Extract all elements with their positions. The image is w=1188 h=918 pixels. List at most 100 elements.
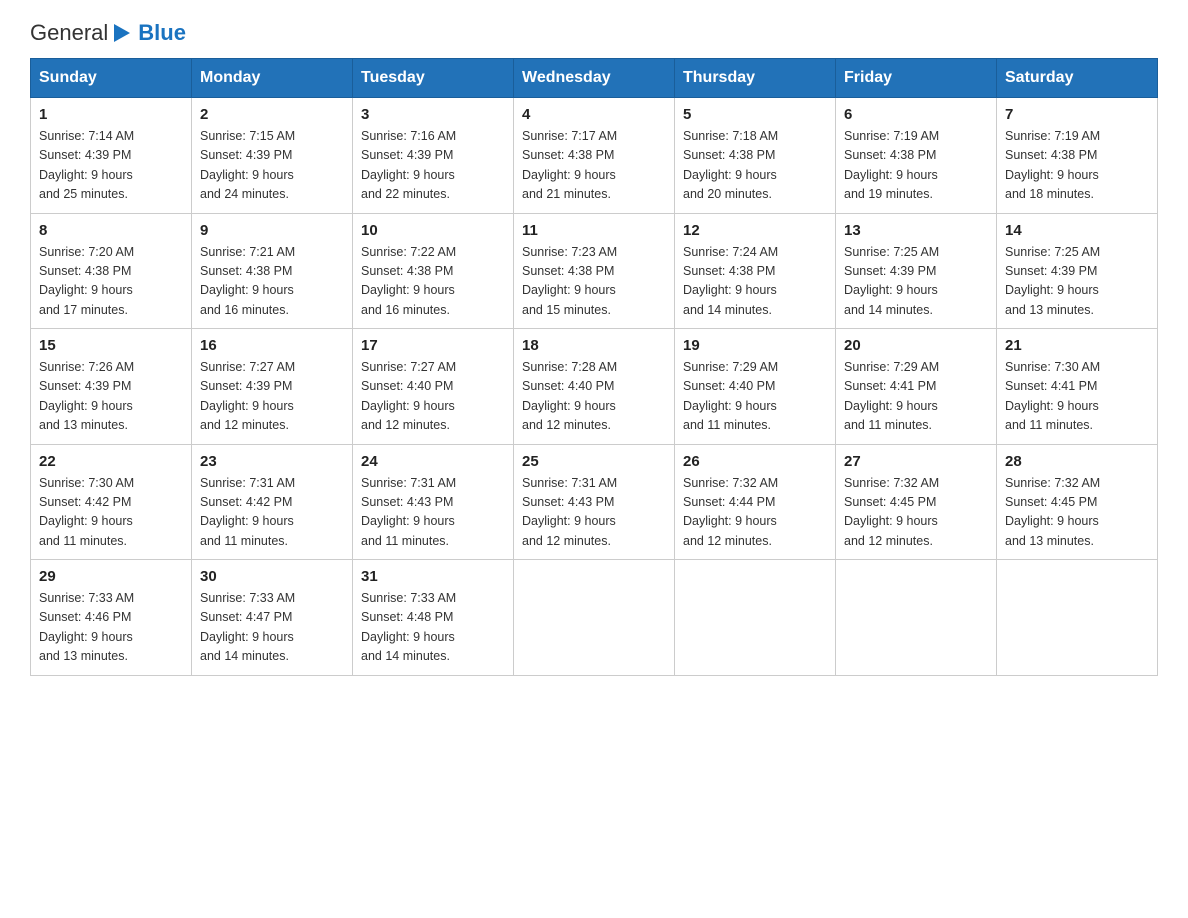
day-cell-16: 16 Sunrise: 7:27 AM Sunset: 4:39 PM Dayl…: [192, 329, 353, 445]
day-number: 10: [361, 222, 505, 239]
day-cell-25: 25 Sunrise: 7:31 AM Sunset: 4:43 PM Dayl…: [514, 444, 675, 560]
day-cell-30: 30 Sunrise: 7:33 AM Sunset: 4:47 PM Dayl…: [192, 560, 353, 676]
day-cell-3: 3 Sunrise: 7:16 AM Sunset: 4:39 PM Dayli…: [353, 98, 514, 214]
day-number: 25: [522, 453, 666, 470]
day-info: Sunrise: 7:32 AM Sunset: 4:45 PM Dayligh…: [844, 474, 988, 552]
day-info: Sunrise: 7:25 AM Sunset: 4:39 PM Dayligh…: [1005, 243, 1149, 321]
day-number: 8: [39, 222, 183, 239]
day-info: Sunrise: 7:19 AM Sunset: 4:38 PM Dayligh…: [844, 127, 988, 205]
day-info: Sunrise: 7:27 AM Sunset: 4:40 PM Dayligh…: [361, 358, 505, 436]
day-number: 29: [39, 568, 183, 585]
weekday-header-tuesday: Tuesday: [353, 59, 514, 98]
empty-cell: [836, 560, 997, 676]
day-cell-17: 17 Sunrise: 7:27 AM Sunset: 4:40 PM Dayl…: [353, 329, 514, 445]
empty-cell: [514, 560, 675, 676]
day-cell-2: 2 Sunrise: 7:15 AM Sunset: 4:39 PM Dayli…: [192, 98, 353, 214]
day-cell-27: 27 Sunrise: 7:32 AM Sunset: 4:45 PM Dayl…: [836, 444, 997, 560]
day-number: 13: [844, 222, 988, 239]
day-number: 24: [361, 453, 505, 470]
day-cell-29: 29 Sunrise: 7:33 AM Sunset: 4:46 PM Dayl…: [31, 560, 192, 676]
day-cell-5: 5 Sunrise: 7:18 AM Sunset: 4:38 PM Dayli…: [675, 98, 836, 214]
day-info: Sunrise: 7:32 AM Sunset: 4:45 PM Dayligh…: [1005, 474, 1149, 552]
day-cell-28: 28 Sunrise: 7:32 AM Sunset: 4:45 PM Dayl…: [997, 444, 1158, 560]
day-info: Sunrise: 7:27 AM Sunset: 4:39 PM Dayligh…: [200, 358, 344, 436]
day-info: Sunrise: 7:26 AM Sunset: 4:39 PM Dayligh…: [39, 358, 183, 436]
day-cell-15: 15 Sunrise: 7:26 AM Sunset: 4:39 PM Dayl…: [31, 329, 192, 445]
empty-cell: [675, 560, 836, 676]
week-row-5: 29 Sunrise: 7:33 AM Sunset: 4:46 PM Dayl…: [31, 560, 1158, 676]
day-info: Sunrise: 7:31 AM Sunset: 4:43 PM Dayligh…: [522, 474, 666, 552]
week-row-1: 1 Sunrise: 7:14 AM Sunset: 4:39 PM Dayli…: [31, 98, 1158, 214]
page-header: General Blue: [30, 20, 1158, 46]
day-cell-23: 23 Sunrise: 7:31 AM Sunset: 4:42 PM Dayl…: [192, 444, 353, 560]
day-number: 4: [522, 106, 666, 123]
day-cell-10: 10 Sunrise: 7:22 AM Sunset: 4:38 PM Dayl…: [353, 213, 514, 329]
day-cell-31: 31 Sunrise: 7:33 AM Sunset: 4:48 PM Dayl…: [353, 560, 514, 676]
day-number: 15: [39, 337, 183, 354]
week-row-4: 22 Sunrise: 7:30 AM Sunset: 4:42 PM Dayl…: [31, 444, 1158, 560]
day-info: Sunrise: 7:33 AM Sunset: 4:48 PM Dayligh…: [361, 589, 505, 667]
day-info: Sunrise: 7:22 AM Sunset: 4:38 PM Dayligh…: [361, 243, 505, 321]
weekday-header-monday: Monday: [192, 59, 353, 98]
day-info: Sunrise: 7:16 AM Sunset: 4:39 PM Dayligh…: [361, 127, 505, 205]
day-info: Sunrise: 7:25 AM Sunset: 4:39 PM Dayligh…: [844, 243, 988, 321]
day-number: 7: [1005, 106, 1149, 123]
day-number: 19: [683, 337, 827, 354]
day-cell-9: 9 Sunrise: 7:21 AM Sunset: 4:38 PM Dayli…: [192, 213, 353, 329]
day-info: Sunrise: 7:31 AM Sunset: 4:43 PM Dayligh…: [361, 474, 505, 552]
day-number: 28: [1005, 453, 1149, 470]
day-cell-14: 14 Sunrise: 7:25 AM Sunset: 4:39 PM Dayl…: [997, 213, 1158, 329]
day-info: Sunrise: 7:24 AM Sunset: 4:38 PM Dayligh…: [683, 243, 827, 321]
day-cell-4: 4 Sunrise: 7:17 AM Sunset: 4:38 PM Dayli…: [514, 98, 675, 214]
day-cell-18: 18 Sunrise: 7:28 AM Sunset: 4:40 PM Dayl…: [514, 329, 675, 445]
logo-general: General: [30, 20, 108, 46]
day-number: 21: [1005, 337, 1149, 354]
weekday-header-thursday: Thursday: [675, 59, 836, 98]
day-cell-12: 12 Sunrise: 7:24 AM Sunset: 4:38 PM Dayl…: [675, 213, 836, 329]
day-number: 26: [683, 453, 827, 470]
day-cell-20: 20 Sunrise: 7:29 AM Sunset: 4:41 PM Dayl…: [836, 329, 997, 445]
day-cell-6: 6 Sunrise: 7:19 AM Sunset: 4:38 PM Dayli…: [836, 98, 997, 214]
day-number: 2: [200, 106, 344, 123]
day-info: Sunrise: 7:33 AM Sunset: 4:47 PM Dayligh…: [200, 589, 344, 667]
weekday-header-wednesday: Wednesday: [514, 59, 675, 98]
day-cell-22: 22 Sunrise: 7:30 AM Sunset: 4:42 PM Dayl…: [31, 444, 192, 560]
week-row-2: 8 Sunrise: 7:20 AM Sunset: 4:38 PM Dayli…: [31, 213, 1158, 329]
day-number: 5: [683, 106, 827, 123]
day-info: Sunrise: 7:23 AM Sunset: 4:38 PM Dayligh…: [522, 243, 666, 321]
day-info: Sunrise: 7:29 AM Sunset: 4:41 PM Dayligh…: [844, 358, 988, 436]
day-info: Sunrise: 7:31 AM Sunset: 4:42 PM Dayligh…: [200, 474, 344, 552]
day-number: 22: [39, 453, 183, 470]
weekday-header-friday: Friday: [836, 59, 997, 98]
day-cell-26: 26 Sunrise: 7:32 AM Sunset: 4:44 PM Dayl…: [675, 444, 836, 560]
day-info: Sunrise: 7:19 AM Sunset: 4:38 PM Dayligh…: [1005, 127, 1149, 205]
day-cell-1: 1 Sunrise: 7:14 AM Sunset: 4:39 PM Dayli…: [31, 98, 192, 214]
day-number: 27: [844, 453, 988, 470]
day-info: Sunrise: 7:32 AM Sunset: 4:44 PM Dayligh…: [683, 474, 827, 552]
day-cell-7: 7 Sunrise: 7:19 AM Sunset: 4:38 PM Dayli…: [997, 98, 1158, 214]
day-cell-8: 8 Sunrise: 7:20 AM Sunset: 4:38 PM Dayli…: [31, 213, 192, 329]
day-cell-21: 21 Sunrise: 7:30 AM Sunset: 4:41 PM Dayl…: [997, 329, 1158, 445]
day-number: 9: [200, 222, 344, 239]
logo: General Blue: [30, 20, 186, 46]
logo-blue: Blue: [138, 22, 186, 44]
day-cell-19: 19 Sunrise: 7:29 AM Sunset: 4:40 PM Dayl…: [675, 329, 836, 445]
day-info: Sunrise: 7:14 AM Sunset: 4:39 PM Dayligh…: [39, 127, 183, 205]
day-number: 12: [683, 222, 827, 239]
day-number: 31: [361, 568, 505, 585]
day-number: 23: [200, 453, 344, 470]
day-number: 14: [1005, 222, 1149, 239]
day-number: 3: [361, 106, 505, 123]
logo-triangle-icon: [110, 22, 132, 44]
day-info: Sunrise: 7:15 AM Sunset: 4:39 PM Dayligh…: [200, 127, 344, 205]
day-cell-11: 11 Sunrise: 7:23 AM Sunset: 4:38 PM Dayl…: [514, 213, 675, 329]
day-number: 20: [844, 337, 988, 354]
week-row-3: 15 Sunrise: 7:26 AM Sunset: 4:39 PM Dayl…: [31, 329, 1158, 445]
day-info: Sunrise: 7:30 AM Sunset: 4:42 PM Dayligh…: [39, 474, 183, 552]
day-number: 16: [200, 337, 344, 354]
day-info: Sunrise: 7:30 AM Sunset: 4:41 PM Dayligh…: [1005, 358, 1149, 436]
day-number: 1: [39, 106, 183, 123]
empty-cell: [997, 560, 1158, 676]
day-cell-24: 24 Sunrise: 7:31 AM Sunset: 4:43 PM Dayl…: [353, 444, 514, 560]
day-number: 30: [200, 568, 344, 585]
